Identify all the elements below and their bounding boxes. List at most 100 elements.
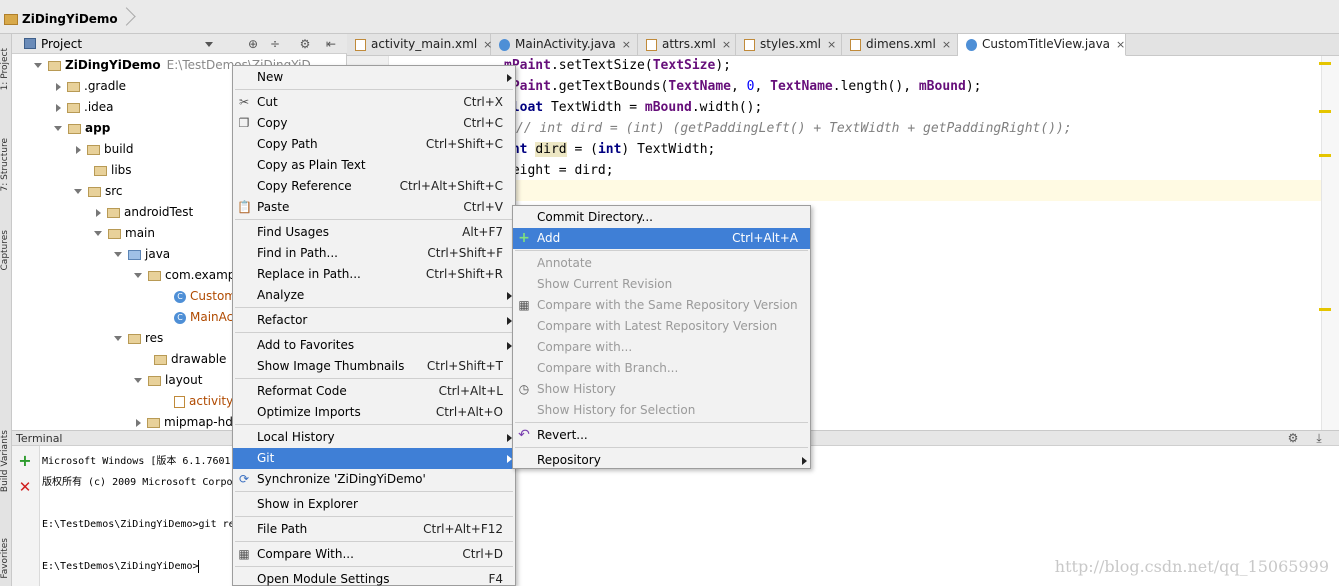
expanded-arrow-icon[interactable] — [94, 231, 102, 236]
tree-node[interactable]: java — [114, 244, 170, 265]
menu-item-label: Show Image Thumbnails — [257, 359, 405, 373]
tree-node[interactable]: C MainAc — [154, 307, 233, 328]
close-icon[interactable]: × — [1116, 34, 1125, 55]
tree-node[interactable]: libs — [74, 160, 132, 181]
expanded-arrow-icon[interactable] — [54, 126, 62, 131]
tree-node[interactable]: drawable — [134, 349, 226, 370]
warning-marker[interactable] — [1319, 154, 1331, 157]
folder-icon — [67, 102, 80, 113]
tree-node[interactable]: src — [74, 181, 123, 202]
collapsed-arrow-icon[interactable] — [56, 103, 61, 112]
menu-item-show-image-thumbnails[interactable]: Show Image Thumbnails Ctrl+Shift+T — [233, 356, 515, 377]
tool-tab-captures[interactable]: Captures — [0, 230, 11, 270]
menu-item-synchronize-zidingyidemo[interactable]: ⟳ Synchronize 'ZiDingYiDemo' — [233, 469, 515, 490]
menu-item-new[interactable]: New — [233, 67, 515, 88]
tree-node[interactable]: .idea — [54, 97, 114, 118]
tree-node[interactable]: .gradle — [54, 76, 126, 97]
collapsed-arrow-icon[interactable] — [96, 208, 101, 217]
menu-item-optimize-imports[interactable]: Optimize Imports Ctrl+Alt+O — [233, 402, 515, 423]
collapse-all-icon[interactable]: ÷ — [268, 37, 282, 51]
tool-tab-project[interactable]: 1: Project — [0, 48, 11, 90]
tool-tab-favorites[interactable]: Favorites — [0, 538, 11, 579]
tree-node-label: .gradle — [84, 79, 127, 93]
close-icon[interactable]: × — [722, 34, 731, 55]
menu-separator — [235, 378, 513, 379]
collapsed-arrow-icon[interactable] — [136, 418, 141, 427]
breadcrumb-project[interactable]: ZiDingYiDemo — [22, 12, 118, 26]
collapsed-arrow-icon[interactable] — [76, 145, 81, 154]
terminal-line: Microsoft Windows [版本 6.1.7601] — [42, 456, 237, 467]
warning-marker[interactable] — [1319, 62, 1331, 65]
java-class-icon — [966, 39, 977, 51]
collapsed-arrow-icon[interactable] — [56, 82, 61, 91]
menu-item-analyze[interactable]: Analyze — [233, 285, 515, 306]
new-session-plus-icon[interactable]: + — [18, 453, 32, 469]
menu-item-add[interactable]: + Add Ctrl+Alt+A — [513, 228, 810, 249]
menu-item-local-history[interactable]: Local History — [233, 427, 515, 448]
menu-item-add-to-favorites[interactable]: Add to Favorites — [233, 335, 515, 356]
tree-node[interactable]: build — [74, 139, 134, 160]
warning-marker[interactable] — [1319, 308, 1331, 311]
menu-item-shortcut: Ctrl+Alt+O — [435, 405, 503, 419]
menu-item-repository[interactable]: Repository — [513, 450, 810, 471]
expanded-arrow-icon[interactable] — [114, 252, 122, 257]
editor-tab[interactable]: activity_main.xml × — [347, 34, 492, 56]
tree-node[interactable]: app — [54, 118, 110, 139]
tree-node[interactable]: main — [94, 223, 155, 244]
menu-item-compare-with[interactable]: ▦ Compare With... Ctrl+D — [233, 544, 515, 565]
menu-item-show-in-explorer[interactable]: Show in Explorer — [233, 494, 515, 515]
expanded-arrow-icon[interactable] — [34, 63, 42, 68]
tree-node[interactable]: C Custom — [154, 286, 236, 307]
hide-panel-icon[interactable]: ⇤ — [324, 37, 338, 51]
menu-item-shortcut: Ctrl+Alt+L — [438, 384, 503, 398]
java-class-icon: C — [174, 311, 186, 324]
expanded-arrow-icon[interactable] — [134, 378, 142, 383]
breadcrumb[interactable]: ZiDingYiDemo — [0, 8, 132, 30]
editor-tab[interactable]: CustomTitleView.java × — [958, 34, 1126, 56]
gear-icon[interactable]: ⚙ — [298, 37, 312, 51]
menu-item-label: Commit Directory... — [537, 210, 653, 224]
menu-item-open-module-settings[interactable]: Open Module Settings F4 — [233, 569, 515, 586]
scroll-from-source-icon[interactable]: ⊕ — [246, 37, 260, 51]
menu-item-copy-reference[interactable]: Copy Reference Ctrl+Alt+Shift+C — [233, 176, 515, 197]
tree-node[interactable]: androidTest — [94, 202, 193, 223]
close-session-icon[interactable]: ✕ — [18, 480, 32, 495]
menu-item-copy[interactable]: ❐ Copy Ctrl+C — [233, 113, 515, 134]
menu-item-find-usages[interactable]: Find Usages Alt+F7 — [233, 222, 515, 243]
menu-item-file-path[interactable]: File Path Ctrl+Alt+F12 — [233, 519, 515, 540]
hide-panel-icon[interactable]: ⤓ — [1312, 431, 1326, 445]
menu-item-replace-in-path[interactable]: Replace in Path... Ctrl+Shift+R — [233, 264, 515, 285]
editor-tab[interactable]: dimens.xml × — [842, 34, 958, 56]
menu-item-commit-directory[interactable]: Commit Directory... — [513, 207, 810, 228]
menu-item-paste[interactable]: 📋 Paste Ctrl+V — [233, 197, 515, 218]
menu-item-revert[interactable]: ↶ Revert... — [513, 425, 810, 446]
tree-node[interactable]: layout — [134, 370, 202, 391]
folder-icon — [88, 186, 101, 197]
tree-node[interactable]: res — [114, 328, 163, 349]
tool-tab-structure[interactable]: 7: Structure — [0, 138, 11, 192]
expanded-arrow-icon[interactable] — [114, 336, 122, 341]
menu-item-find-in-path[interactable]: Find in Path... Ctrl+Shift+F — [233, 243, 515, 264]
close-icon[interactable]: × — [942, 34, 951, 55]
project-view-selector[interactable]: Project — [41, 37, 82, 51]
gear-icon[interactable]: ⚙ — [1286, 431, 1300, 445]
menu-item-copy-path[interactable]: Copy Path Ctrl+Shift+C — [233, 134, 515, 155]
expanded-arrow-icon[interactable] — [74, 189, 82, 194]
close-icon[interactable]: × — [622, 34, 631, 55]
editor-tab[interactable]: MainActivity.java × — [491, 34, 638, 56]
chevron-down-icon[interactable] — [205, 42, 213, 47]
code-token: , — [754, 79, 771, 94]
close-icon[interactable]: × — [827, 34, 836, 55]
menu-item-reformat-code[interactable]: Reformat Code Ctrl+Alt+L — [233, 381, 515, 402]
folder-icon — [147, 417, 160, 428]
menu-item-git[interactable]: Git — [233, 448, 515, 469]
menu-item-copy-as-plain-text[interactable]: Copy as Plain Text — [233, 155, 515, 176]
editor-tab[interactable]: attrs.xml × — [638, 34, 736, 56]
menu-item-cut[interactable]: ✂ Cut Ctrl+X — [233, 92, 515, 113]
warning-marker[interactable] — [1319, 110, 1331, 113]
editor-tab[interactable]: styles.xml × — [736, 34, 842, 56]
menu-item-label: Compare With... — [257, 547, 354, 561]
expanded-arrow-icon[interactable] — [134, 273, 142, 278]
tool-tab-build-variants[interactable]: Build Variants — [0, 430, 11, 492]
menu-item-refactor[interactable]: Refactor — [233, 310, 515, 331]
